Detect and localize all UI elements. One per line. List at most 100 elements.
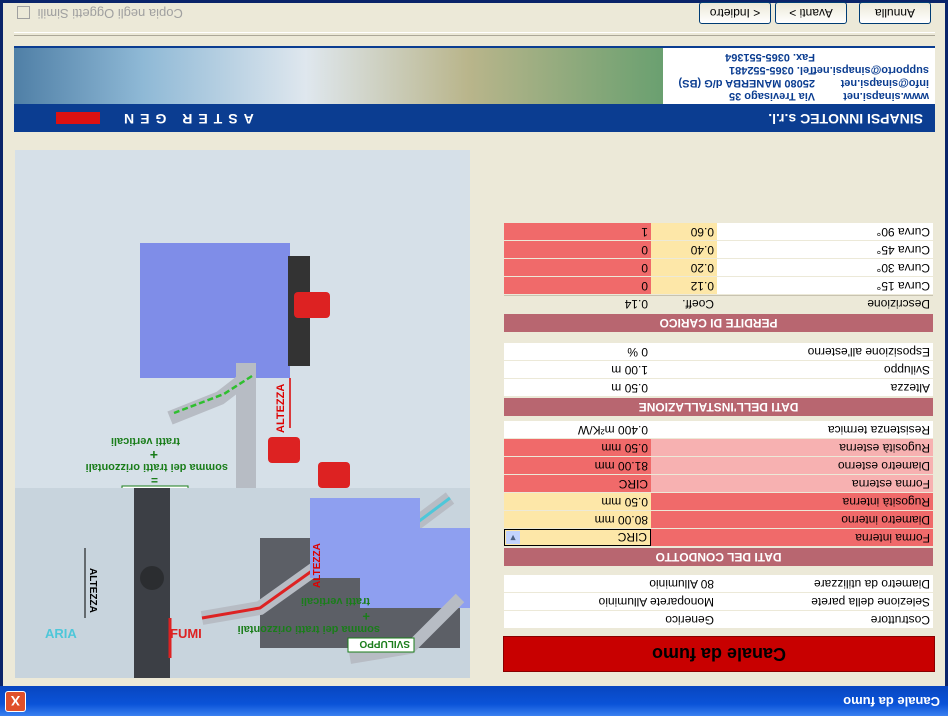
table-row: Diametro esterno 81.00 mm: [504, 457, 933, 474]
contact-address: Via Trevisago 35: [728, 90, 815, 102]
table-row: Diametro da utilizzare 80 Alluminio: [504, 575, 933, 592]
chevron-down-icon[interactable]: ▼: [506, 531, 520, 544]
row-value[interactable]: 80.00 mm: [504, 511, 651, 528]
table-row: Diametro interno 80.00 mm: [504, 511, 933, 528]
row-coefficient: 0.12: [651, 277, 717, 294]
company-name: SINAPSI INNOTEC s.r.l.: [768, 111, 923, 127]
company-strip: ASTER GEN SINAPSI INNOTEC s.r.l.: [14, 104, 935, 132]
row-label: Diametro interno: [651, 511, 933, 528]
r-sum-label: somma dei tratti orizzontali: [238, 623, 380, 635]
table-row: Costruttore Generico: [504, 611, 933, 628]
boiler-burner-icon: [294, 292, 330, 318]
row-value[interactable]: 80 Alluminio: [504, 575, 717, 592]
brand-logo-mark: [56, 112, 100, 124]
losses-section-header: PERDITE DI CARICO: [504, 314, 933, 332]
table-row: Forma interna CIRC ▼: [504, 529, 933, 546]
row-label: Costruttore: [717, 611, 933, 628]
row-label: Diametro esterno: [651, 457, 933, 474]
table-row: Sviluppo 1.00 m: [504, 361, 933, 378]
row-value[interactable]: 81.00 mm: [504, 457, 651, 474]
back-button[interactable]: < Indietro: [699, 2, 771, 24]
row-quantity[interactable]: 1: [504, 223, 651, 240]
equals-sign: =: [151, 473, 158, 487]
section-title: Canale da fumo: [651, 644, 787, 664]
copy-similar-label: Copia negli Oggetti Simili: [37, 6, 183, 21]
table-row: Curva 45° 0.40 0: [504, 241, 933, 258]
vert-label: tratti verticali: [111, 435, 180, 447]
row-label: Diametro da utilizzare: [717, 575, 933, 592]
losses-header-row: Descrizione Coeff. 0.14: [504, 295, 933, 312]
row-value[interactable]: 0 %: [504, 343, 651, 360]
title-bar: Canale da fumo X: [0, 686, 948, 716]
table-row: Curva 90° 0.60 1: [504, 223, 933, 240]
row-quantity[interactable]: 0: [504, 259, 651, 276]
row-value[interactable]: CIRC ▼: [504, 529, 651, 546]
row-label: Forma esterna: [651, 475, 933, 492]
window-title: Canale da fumo: [843, 694, 940, 709]
row-label: Rugosità esterna: [651, 439, 933, 456]
table-row: Selezione della parete Monoparete Allumin…: [504, 593, 933, 610]
row-label: Curva 15°: [717, 277, 933, 294]
row-value[interactable]: CIRC: [504, 475, 651, 492]
contact-fax: Fax. 0365-551364: [725, 51, 815, 63]
right-burner-2-icon: [268, 437, 300, 463]
r-vert-label: tratti verticali: [301, 595, 370, 607]
row-value[interactable]: Monoparete Alluminio: [504, 593, 717, 610]
row-coefficient: 0.20: [651, 259, 717, 276]
row-coefficient: 0.40: [651, 241, 717, 258]
aria-label: ARIA: [45, 626, 77, 641]
top-altezza-label: ALTEZZA: [275, 384, 287, 433]
diagram-canvas: ALTEZZA SVILUPPO = somma dei tratti oriz…: [15, 150, 470, 678]
contact-support-email: supporto@sinapsi.net: [813, 64, 929, 76]
next-button[interactable]: Avanti >: [775, 2, 847, 24]
fumi-label: FUMI: [170, 626, 202, 641]
client-area: Canale da fumo Costruttore Generico Selezi…: [3, 2, 945, 686]
table-row: Curva 15° 0.12 0: [504, 277, 933, 294]
row-label: Altezza: [651, 379, 933, 396]
copy-similar-option[interactable]: Copia negli Oggetti Simili: [17, 5, 183, 21]
row-label: Resistenza termica: [651, 421, 933, 438]
plus-sign: +: [150, 447, 158, 463]
table-row: Esposizione all'esterno 0 %: [504, 343, 933, 360]
row-value[interactable]: 0.50 m: [504, 379, 651, 396]
right-altezza-label: ALTEZZA: [312, 543, 323, 588]
table-row: Rugosità esterna 0.50 mm: [504, 439, 933, 456]
brand-banner: ASTER GEN SINAPSI INNOTEC s.r.l. www.sin…: [14, 46, 935, 132]
table-row: Forma esterna CIRC: [504, 475, 933, 492]
row-label: Curva 90°: [717, 223, 933, 240]
row-quantity[interactable]: 0: [504, 277, 651, 294]
row-coefficient: 0.60: [651, 223, 717, 240]
row-quantity[interactable]: 0: [504, 241, 651, 258]
table-row: Curva 30° 0.20 0: [504, 259, 933, 276]
row-label: Esposizione all'esterno: [651, 343, 933, 360]
table-row: Rugosità interna 0.50 mm: [504, 493, 933, 510]
r-sviluppo-label: SVILUPPO: [359, 638, 410, 649]
right-burner-1-icon: [318, 462, 350, 488]
copy-similar-checkbox[interactable]: [17, 5, 30, 19]
row-value[interactable]: 0.400 m²K/W: [504, 421, 651, 438]
row-value[interactable]: Generico: [504, 611, 717, 628]
section-title-banner: Canale da fumo: [503, 636, 935, 672]
row-value[interactable]: 0.50 mm: [504, 493, 651, 510]
table-row: Resistenza termica 0.400 m²K/W: [504, 421, 933, 438]
installation-diagram: ALTEZZA SVILUPPO = somma dei tratti oriz…: [15, 150, 470, 678]
cancel-button[interactable]: Annulla: [859, 2, 931, 24]
footer-divider: [14, 32, 935, 36]
chimney-inlet-icon: [140, 566, 164, 590]
close-button[interactable]: X: [5, 691, 26, 712]
contact-site: www.sinapsi.net: [843, 90, 929, 102]
row-label: Curva 30°: [717, 259, 933, 276]
r-plus-sign: +: [362, 609, 370, 624]
contact-panel: www.sinapsi.net info@sinapsi.net support…: [663, 48, 935, 104]
window-flipped: Canale da fumo X Canale da fumo Costrutt…: [0, 0, 948, 716]
row-value[interactable]: 0.50 mm: [504, 439, 651, 456]
row-value[interactable]: 1.00 m: [504, 361, 651, 378]
row-label: Forma interna: [651, 529, 933, 546]
row-label: Selezione della parete: [717, 593, 933, 610]
row-label: Sviluppo: [651, 361, 933, 378]
brand-name: ASTER GEN: [118, 111, 254, 127]
contact-phone: Tel. 0365-552481: [728, 64, 815, 76]
contact-info-email: info@sinapsi.net: [840, 77, 929, 89]
row-label: Curva 45°: [717, 241, 933, 258]
conduit-section-header: DATI DEL CONDOTTO: [504, 548, 933, 566]
